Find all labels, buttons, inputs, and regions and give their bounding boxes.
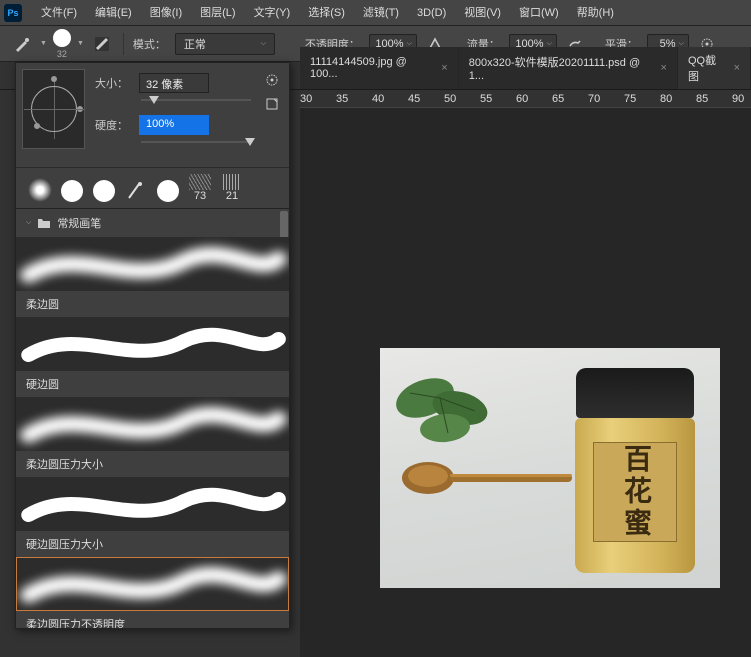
- menu-item[interactable]: 图层(L): [191, 0, 244, 26]
- menu-item[interactable]: 图像(I): [141, 0, 191, 26]
- brush-settings-icon[interactable]: [90, 32, 114, 56]
- brush-folder[interactable]: ⌵ 常规画笔: [16, 209, 289, 237]
- chevron-down-icon[interactable]: ▼: [77, 40, 84, 47]
- brush-preset-item[interactable]: 硬边圆: [16, 317, 289, 397]
- blend-mode-select[interactable]: 正常⌵: [175, 33, 275, 55]
- spoon-graphic: [400, 448, 580, 508]
- brush-preset-item[interactable]: 硬边圆压力大小: [16, 477, 289, 557]
- brush-tip[interactable]: [58, 174, 86, 202]
- brush-angle-preview[interactable]: [22, 69, 85, 149]
- product-image: 百花蜜: [380, 348, 720, 588]
- menu-item[interactable]: 编辑(E): [86, 0, 141, 26]
- size-label: 大小：: [95, 75, 131, 91]
- brush-tip[interactable]: [90, 174, 118, 202]
- menu-item[interactable]: 文件(F): [32, 0, 86, 26]
- brush-tip[interactable]: [26, 174, 54, 202]
- menu-item[interactable]: 文字(Y): [245, 0, 300, 26]
- gear-icon[interactable]: [265, 73, 279, 87]
- app-logo: Ps: [4, 4, 22, 22]
- menu-item[interactable]: 选择(S): [299, 0, 354, 26]
- brush-tip[interactable]: [154, 174, 182, 202]
- horizontal-ruler: 30354045505560657075808590: [300, 90, 751, 108]
- brush-preset-item[interactable]: 柔边圆: [16, 237, 289, 317]
- jar-graphic: 百花蜜: [570, 368, 700, 568]
- jar-label-text: 百花蜜: [593, 442, 677, 542]
- menu-item[interactable]: 窗口(W): [510, 0, 568, 26]
- folder-icon: [37, 217, 51, 229]
- new-preset-icon[interactable]: [265, 97, 279, 111]
- brush-preset-panel: 大小： 32 像素 硬度： 100% 73 21: [15, 62, 290, 629]
- document-tab[interactable]: QQ截图×: [678, 47, 751, 89]
- mode-label: 模式：: [133, 36, 166, 52]
- brush-tip[interactable]: 73: [186, 174, 214, 202]
- close-icon[interactable]: ×: [441, 62, 447, 74]
- folder-label: 常规画笔: [57, 215, 101, 231]
- chevron-down-icon: ⌵: [26, 219, 31, 227]
- brush-tip[interactable]: 21: [218, 174, 246, 202]
- brush-tool-icon[interactable]: [10, 32, 34, 56]
- menu-bar: Ps 文件(F)编辑(E)图像(I)图层(L)文字(Y)选择(S)滤镜(T)3D…: [0, 0, 751, 26]
- brush-preset-item[interactable]: 柔边圆压力大小: [16, 397, 289, 477]
- leaf-graphic: [390, 363, 500, 453]
- brush-tip-row: 73 21: [16, 167, 289, 208]
- size-input[interactable]: 32 像素: [139, 73, 209, 93]
- menu-item[interactable]: 视图(V): [455, 0, 510, 26]
- brush-list[interactable]: ⌵ 常规画笔 柔边圆硬边圆柔边圆压力大小硬边圆压力大小柔边圆压力不透明度硬边圆压…: [16, 208, 289, 628]
- close-icon[interactable]: ×: [661, 62, 667, 74]
- brush-preset-item[interactable]: 柔边圆压力不透明度: [16, 557, 289, 628]
- hardness-label: 硬度：: [95, 117, 131, 133]
- menu-item[interactable]: 帮助(H): [568, 0, 623, 26]
- hardness-input[interactable]: 100%: [139, 115, 209, 135]
- canvas[interactable]: 百花蜜: [300, 108, 751, 657]
- hardness-slider[interactable]: [141, 141, 251, 143]
- brush-tip[interactable]: [122, 174, 150, 202]
- size-slider[interactable]: [141, 99, 251, 101]
- document-tab[interactable]: 800x320-软件模版20201111.psd @ 1...×: [459, 47, 678, 89]
- chevron-down-icon[interactable]: ▼: [40, 40, 47, 47]
- menu-item[interactable]: 3D(D): [408, 0, 455, 26]
- menu-item[interactable]: 滤镜(T): [354, 0, 408, 26]
- document-tab[interactable]: 11114144509.jpg @ 100...×: [300, 47, 459, 89]
- brush-preset-picker[interactable]: 32: [53, 29, 71, 59]
- close-icon[interactable]: ×: [734, 62, 740, 74]
